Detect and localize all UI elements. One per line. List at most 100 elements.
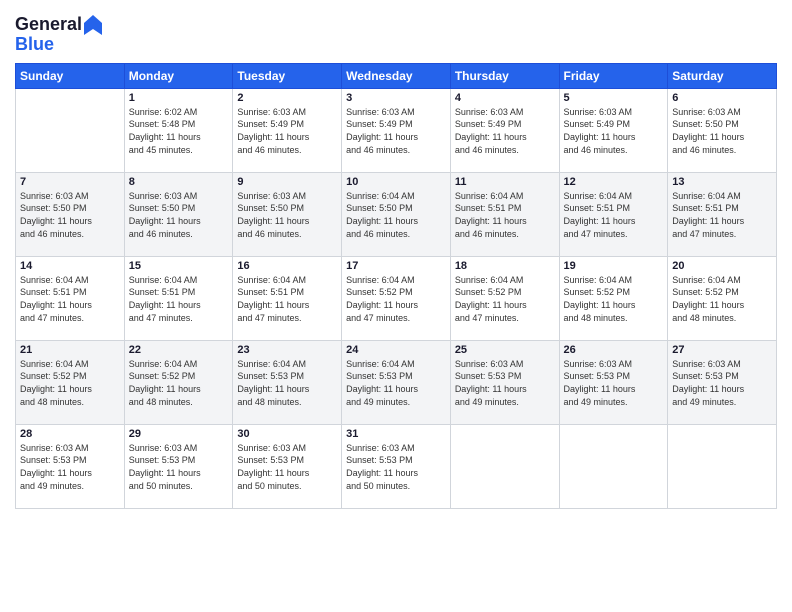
page-container: General Blue SundayMondayTuesdayWednesda… bbox=[0, 0, 792, 519]
calendar-cell bbox=[668, 424, 777, 508]
calendar-header-sunday: Sunday bbox=[16, 63, 125, 88]
day-info: Sunrise: 6:03 AMSunset: 5:53 PMDaylight:… bbox=[455, 358, 555, 408]
day-info: Sunrise: 6:03 AMSunset: 5:53 PMDaylight:… bbox=[237, 442, 337, 492]
calendar-cell: 23 Sunrise: 6:04 AMSunset: 5:53 PMDayligh… bbox=[233, 340, 342, 424]
calendar-cell: 17 Sunrise: 6:04 AMSunset: 5:52 PMDayligh… bbox=[342, 256, 451, 340]
calendar-header-wednesday: Wednesday bbox=[342, 63, 451, 88]
day-info: Sunrise: 6:03 AMSunset: 5:49 PMDaylight:… bbox=[237, 106, 337, 156]
day-info: Sunrise: 6:03 AMSunset: 5:50 PMDaylight:… bbox=[237, 190, 337, 240]
calendar-cell: 27 Sunrise: 6:03 AMSunset: 5:53 PMDayligh… bbox=[668, 340, 777, 424]
calendar-week-1: 1Sunrise: 6:02 AMSunset: 5:48 PMDaylight… bbox=[16, 88, 777, 172]
calendar-cell: 1Sunrise: 6:02 AMSunset: 5:48 PMDaylight… bbox=[124, 88, 233, 172]
day-number: 24 bbox=[346, 344, 446, 356]
logo-text-blue: Blue bbox=[15, 35, 102, 55]
day-info: Sunrise: 6:03 AMSunset: 5:49 PMDaylight:… bbox=[455, 106, 555, 156]
logo-text-general: General bbox=[15, 15, 82, 35]
day-info: Sunrise: 6:03 AMSunset: 5:50 PMDaylight:… bbox=[672, 106, 772, 156]
calendar-cell: 2 Sunrise: 6:03 AMSunset: 5:49 PMDaylight… bbox=[233, 88, 342, 172]
calendar-table: SundayMondayTuesdayWednesdayThursdayFrid… bbox=[15, 63, 777, 509]
calendar-cell: 19 Sunrise: 6:04 AMSunset: 5:52 PMDayligh… bbox=[559, 256, 668, 340]
day-number: 6 bbox=[672, 92, 772, 104]
day-info: Sunrise: 6:03 AMSunset: 5:53 PMDaylight:… bbox=[672, 358, 772, 408]
day-number: 9 bbox=[237, 176, 337, 188]
day-info: Sunrise: 6:04 AMSunset: 5:51 PMDaylight:… bbox=[237, 274, 337, 324]
day-info: Sunrise: 6:04 AMSunset: 5:52 PMDaylight:… bbox=[564, 274, 664, 324]
day-number: 20 bbox=[672, 260, 772, 272]
calendar-header-monday: Monday bbox=[124, 63, 233, 88]
day-number: 16 bbox=[237, 260, 337, 272]
day-info: Sunrise: 6:03 AMSunset: 5:49 PMDaylight:… bbox=[564, 106, 664, 156]
day-info: Sunrise: 6:04 AMSunset: 5:52 PMDaylight:… bbox=[129, 358, 229, 408]
day-info: Sunrise: 6:04 AMSunset: 5:51 PMDaylight:… bbox=[129, 274, 229, 324]
calendar-week-4: 21 Sunrise: 6:04 AMSunset: 5:52 PMDayligh… bbox=[16, 340, 777, 424]
calendar-cell: 22 Sunrise: 6:04 AMSunset: 5:52 PMDayligh… bbox=[124, 340, 233, 424]
calendar-header-thursday: Thursday bbox=[450, 63, 559, 88]
day-info: Sunrise: 6:02 AMSunset: 5:48 PMDaylight:… bbox=[129, 106, 229, 156]
calendar-cell: 30Sunrise: 6:03 AMSunset: 5:53 PMDayligh… bbox=[233, 424, 342, 508]
day-number: 31 bbox=[346, 428, 446, 440]
day-number: 5 bbox=[564, 92, 664, 104]
day-info: Sunrise: 6:04 AMSunset: 5:53 PMDaylight:… bbox=[346, 358, 446, 408]
day-number: 21 bbox=[20, 344, 120, 356]
calendar-cell: 8 Sunrise: 6:03 AMSunset: 5:50 PMDaylight… bbox=[124, 172, 233, 256]
day-info: Sunrise: 6:04 AMSunset: 5:52 PMDaylight:… bbox=[20, 358, 120, 408]
day-info: Sunrise: 6:04 AMSunset: 5:52 PMDaylight:… bbox=[346, 274, 446, 324]
calendar-cell: 15 Sunrise: 6:04 AMSunset: 5:51 PMDayligh… bbox=[124, 256, 233, 340]
day-number: 3 bbox=[346, 92, 446, 104]
day-info: Sunrise: 6:04 AMSunset: 5:51 PMDaylight:… bbox=[564, 190, 664, 240]
day-number: 4 bbox=[455, 92, 555, 104]
calendar-cell: 14Sunrise: 6:04 AMSunset: 5:51 PMDayligh… bbox=[16, 256, 125, 340]
day-number: 8 bbox=[129, 176, 229, 188]
day-info: Sunrise: 6:04 AMSunset: 5:52 PMDaylight:… bbox=[455, 274, 555, 324]
calendar-cell: 6 Sunrise: 6:03 AMSunset: 5:50 PMDaylight… bbox=[668, 88, 777, 172]
day-number: 23 bbox=[237, 344, 337, 356]
calendar-cell: 11 Sunrise: 6:04 AMSunset: 5:51 PMDayligh… bbox=[450, 172, 559, 256]
day-number: 29 bbox=[129, 428, 229, 440]
calendar-header-saturday: Saturday bbox=[668, 63, 777, 88]
day-info: Sunrise: 6:03 AMSunset: 5:49 PMDaylight:… bbox=[346, 106, 446, 156]
day-info: Sunrise: 6:04 AMSunset: 5:50 PMDaylight:… bbox=[346, 190, 446, 240]
calendar-week-5: 28 Sunrise: 6:03 AMSunset: 5:53 PMDayligh… bbox=[16, 424, 777, 508]
calendar-cell: 26 Sunrise: 6:03 AMSunset: 5:53 PMDayligh… bbox=[559, 340, 668, 424]
day-info: Sunrise: 6:04 AMSunset: 5:53 PMDaylight:… bbox=[237, 358, 337, 408]
day-number: 2 bbox=[237, 92, 337, 104]
calendar-header-tuesday: Tuesday bbox=[233, 63, 342, 88]
day-info: Sunrise: 6:04 AMSunset: 5:51 PMDaylight:… bbox=[672, 190, 772, 240]
calendar-cell bbox=[16, 88, 125, 172]
calendar-cell: 3 Sunrise: 6:03 AMSunset: 5:49 PMDaylight… bbox=[342, 88, 451, 172]
calendar-cell bbox=[559, 424, 668, 508]
day-number: 19 bbox=[564, 260, 664, 272]
day-number: 7 bbox=[20, 176, 120, 188]
day-number: 25 bbox=[455, 344, 555, 356]
day-info: Sunrise: 6:03 AMSunset: 5:53 PMDaylight:… bbox=[564, 358, 664, 408]
day-number: 12 bbox=[564, 176, 664, 188]
calendar-cell: 31Sunrise: 6:03 AMSunset: 5:53 PMDayligh… bbox=[342, 424, 451, 508]
day-number: 14 bbox=[20, 260, 120, 272]
calendar-cell: 16 Sunrise: 6:04 AMSunset: 5:51 PMDayligh… bbox=[233, 256, 342, 340]
calendar-header-friday: Friday bbox=[559, 63, 668, 88]
day-info: Sunrise: 6:03 AMSunset: 5:50 PMDaylight:… bbox=[20, 190, 120, 240]
day-number: 10 bbox=[346, 176, 446, 188]
day-info: Sunrise: 6:03 AMSunset: 5:50 PMDaylight:… bbox=[129, 190, 229, 240]
day-info: Sunrise: 6:03 AMSunset: 5:53 PMDaylight:… bbox=[20, 442, 120, 492]
day-number: 22 bbox=[129, 344, 229, 356]
calendar-cell: 13 Sunrise: 6:04 AMSunset: 5:51 PMDayligh… bbox=[668, 172, 777, 256]
calendar-cell: 25 Sunrise: 6:03 AMSunset: 5:53 PMDayligh… bbox=[450, 340, 559, 424]
calendar-cell: 5 Sunrise: 6:03 AMSunset: 5:49 PMDaylight… bbox=[559, 88, 668, 172]
logo-icon bbox=[84, 15, 102, 35]
calendar-cell: 4 Sunrise: 6:03 AMSunset: 5:49 PMDaylight… bbox=[450, 88, 559, 172]
day-info: Sunrise: 6:04 AMSunset: 5:51 PMDaylight:… bbox=[455, 190, 555, 240]
day-number: 13 bbox=[672, 176, 772, 188]
day-number: 17 bbox=[346, 260, 446, 272]
calendar-header-row: SundayMondayTuesdayWednesdayThursdayFrid… bbox=[16, 63, 777, 88]
day-number: 27 bbox=[672, 344, 772, 356]
calendar-cell: 21 Sunrise: 6:04 AMSunset: 5:52 PMDayligh… bbox=[16, 340, 125, 424]
day-info: Sunrise: 6:03 AMSunset: 5:53 PMDaylight:… bbox=[129, 442, 229, 492]
calendar-cell: 7 Sunrise: 6:03 AMSunset: 5:50 PMDaylight… bbox=[16, 172, 125, 256]
day-number: 26 bbox=[564, 344, 664, 356]
day-number: 28 bbox=[20, 428, 120, 440]
calendar-week-3: 14 Sunrise: 6:04 AMSunset: 5:51 PMDayligh… bbox=[16, 256, 777, 340]
day-number: 11 bbox=[455, 176, 555, 188]
day-number: 15 bbox=[129, 260, 229, 272]
calendar-cell: 28 Sunrise: 6:03 AMSunset: 5:53 PMDayligh… bbox=[16, 424, 125, 508]
